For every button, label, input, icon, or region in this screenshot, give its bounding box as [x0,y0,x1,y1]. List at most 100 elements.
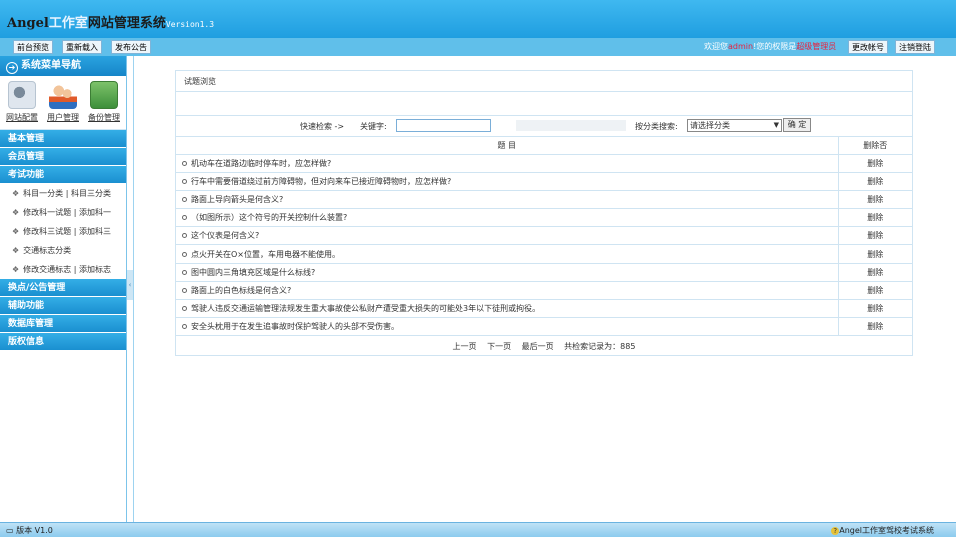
confirm-search-button[interactable]: 确 定 [783,118,811,132]
delete-link[interactable]: 删除 [838,244,912,264]
bullet-icon: ❖ [12,208,20,217]
question-link[interactable]: 图中圆内三角填充区域是什么标线? [191,268,315,277]
add-sign-link[interactable]: 添加标志 [79,265,111,274]
question-link[interactable]: 行车中需要借道绕过前方障碍物，但对向来车已接近障碍物时，应怎样做? [191,177,451,186]
backup-management-tool[interactable]: 备份管理 [85,81,123,123]
arrow-circle-icon: ➔ [6,62,18,74]
question-link[interactable]: 路面上的白色标线是何含义? [191,286,291,295]
table-row: 机动车在道路边临时停车时，应怎样做? 删除 [176,154,912,173]
question-link[interactable]: 路面上导向箭头是何含义? [191,195,283,204]
question-link[interactable]: 点火开关在O×位置，车用电器不能使用。 [191,250,340,259]
circle-bullet-icon [182,233,187,239]
circle-bullet-icon [182,287,187,293]
add-subject1-link[interactable]: 添加科一 [79,208,111,217]
publish-notice-button[interactable]: 发布公告 [111,40,151,54]
panel-title: 试题浏览 [176,71,912,92]
status-bar: ▭ 版本 V1.0 ? Angel工作室驾校考试系统 [0,522,956,537]
menu-copyright[interactable]: 版权信息 [0,333,126,351]
menu-notice-management[interactable]: 换点/公告管理 [0,279,126,297]
edit-traffic-sign-link[interactable]: 修改交通标志 [23,265,71,274]
bullet-icon: ❖ [12,189,20,198]
last-page-link[interactable]: 最后一页 [522,342,554,351]
delete-link[interactable]: 删除 [838,317,912,337]
table-row: 驾驶人违反交通运输管理法规发生重大事故使公私财产遭受重大损失的可能处3年以下徒刑… [176,299,912,319]
menu-exam-functions[interactable]: 考试功能 [0,166,126,184]
circle-bullet-icon [182,215,187,221]
delete-link[interactable]: 删除 [838,299,912,319]
username: admin [728,42,754,51]
table-row: （如图所示）这个符号的开关控制什么装置? 删除 [176,208,912,228]
category-search-label: 按分类搜索: [635,122,678,131]
question-link[interactable]: 机动车在道路边临时停车时，应怎样做? [191,159,331,168]
table-row: 点火开关在O×位置，车用电器不能使用。 删除 [176,244,912,264]
header-bar: Angel工作室网站管理系统Version1.3 [0,0,956,38]
bullet-icon: ❖ [12,227,20,236]
logout-button[interactable]: 注销登陆 [895,40,935,54]
preview-frontend-button[interactable]: 前台预览 [13,40,53,54]
keyword-input[interactable] [396,119,491,132]
exam-subitem: ❖ 修改科一试题 | 添加科一 [12,208,111,217]
traffic-sign-category-link[interactable]: 交通标志分类 [23,246,71,255]
delete-link[interactable]: 删除 [838,208,912,228]
delete-link[interactable]: 删除 [838,281,912,301]
circle-bullet-icon [182,196,187,202]
edit-subject1-link[interactable]: 修改科一试题 [23,208,71,217]
keyword-label: 关键字: [360,122,387,131]
delete-link[interactable]: 删除 [838,172,912,191]
subject1-category-link[interactable]: 科目一分类 [23,189,63,198]
menu-member-management[interactable]: 会员管理 [0,148,126,166]
menu-database[interactable]: 数据库管理 [0,315,126,333]
brand-text: ? Angel工作室驾校考试系统 [831,525,934,536]
welcome-text: 欢迎您admin!您的权限是超级管理员 [704,42,837,51]
user-management-tool[interactable]: 用户管理 [44,81,82,123]
category-select[interactable]: 请选择分类 ▼ [687,119,782,132]
circle-bullet-icon [182,178,187,184]
edit-subject3-link[interactable]: 修改科三试题 [23,227,71,236]
menu-auxiliary[interactable]: 辅助功能 [0,297,126,315]
bullet-icon: ❖ [12,265,20,274]
column-header-question: 题 目 [176,137,839,155]
top-toolbar: 前台预览 重新载入 发布公告 欢迎您admin!您的权限是超级管理员 更改帐号 … [0,38,956,56]
question-table: 题 目 删除否 机动车在道路边临时停车时，应怎样做? 删除 行车中需要借道绕过前… [176,137,912,337]
circle-bullet-icon [182,269,187,275]
dropdown-arrow-icon: ▼ [773,121,779,129]
next-page-link[interactable]: 下一页 [487,342,511,351]
circle-bullet-icon [182,251,187,257]
question-link[interactable]: 驾驶人违反交通运输管理法规发生重大事故使公私财产遭受重大损失的可能处3年以下徒刑… [191,304,540,313]
search-bar: 快速检索 -> 关键字: 按分类搜索: 请选择分类 ▼ 确 定 [176,115,912,137]
exam-subitem: ❖ 修改科三试题 | 添加科三 [12,227,111,236]
table-row: 路面上的白色标线是何含义? 删除 [176,281,912,301]
pagination: 上一页 下一页 最后一页 共检索记录为：885 [176,341,912,352]
exam-subitem: ❖ 修改交通标志 | 添加标志 [12,265,111,274]
version-text: ▭ 版本 V1.0 [6,526,53,535]
user-role: 超级管理员 [796,42,837,51]
subject3-category-link[interactable]: 科目三分类 [71,189,111,198]
site-config-tool[interactable]: 网站配置 [3,81,41,123]
menu-basic-management[interactable]: 基本管理 [0,130,126,148]
reload-button[interactable]: 重新载入 [62,40,102,54]
table-row: 图中圆内三角填充区域是什么标线? 删除 [176,263,912,282]
backup-icon [90,81,118,109]
app-version: Version1.3 [165,20,215,29]
add-subject3-link[interactable]: 添加科三 [79,227,111,236]
search-spacer [516,120,626,131]
table-row: 行车中需要借道绕过前方障碍物，但对向来车已接近障碍物时，应怎样做? 删除 [176,172,912,191]
bullet-icon: ❖ [12,246,20,255]
delete-link[interactable]: 删除 [838,263,912,282]
column-header-delete: 删除否 [838,137,912,155]
delete-link[interactable]: 删除 [838,154,912,173]
prev-page-link[interactable]: 上一页 [453,342,477,351]
app-logo: Angel工作室网站管理系统Version1.3 [7,16,215,31]
table-row: 路面上导向箭头是何含义? 删除 [176,190,912,210]
delete-link[interactable]: 删除 [838,190,912,210]
quick-search-label: 快速检索 -> [300,122,345,131]
question-link[interactable]: 安全头枕用于在发生追事故时保护驾驶人的头部不受伤害。 [191,322,399,331]
main-content: 试题浏览 快速检索 -> 关键字: 按分类搜索: 请选择分类 ▼ 确 定 题 目… [133,56,956,522]
exam-subitem: ❖ 科目一分类 | 科目三分类 [12,189,111,198]
table-row: 这个仪表是何含义? 删除 [176,226,912,246]
screen-icon: ▭ [6,526,14,535]
question-link[interactable]: （如图所示）这个符号的开关控制什么装置? [191,213,347,222]
question-link[interactable]: 这个仪表是何含义? [191,231,259,240]
change-account-button[interactable]: 更改帐号 [848,40,888,54]
delete-link[interactable]: 删除 [838,226,912,246]
